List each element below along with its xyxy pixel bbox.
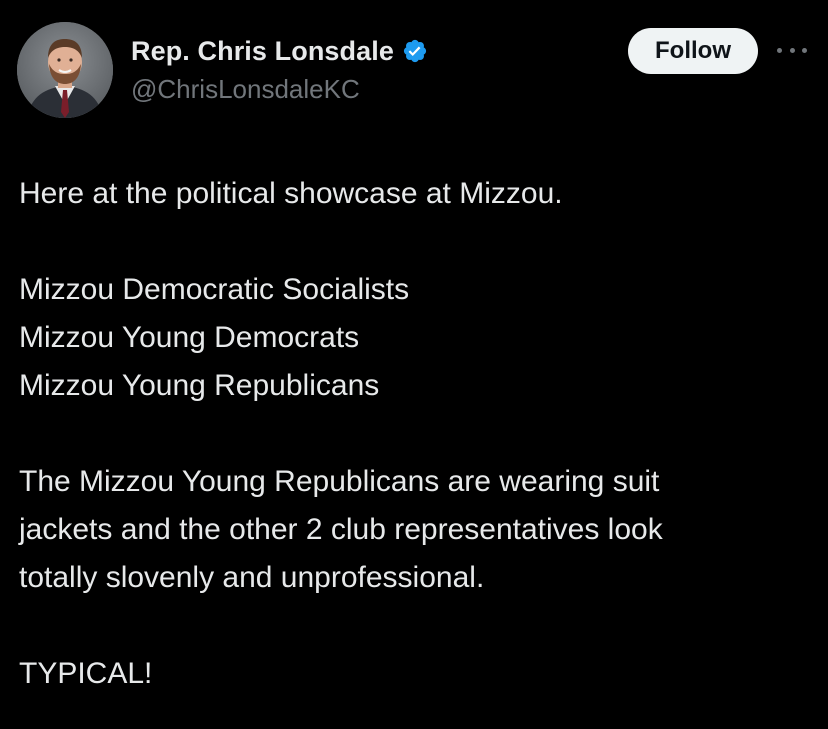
tweet-line: totally slovenly and unprofessional. — [19, 561, 485, 594]
author-handle[interactable]: @ChrisLonsdaleKC — [131, 74, 360, 105]
paragraph-break — [19, 602, 819, 650]
tweet-card: Rep. Chris Lonsdale @ChrisLonsdaleKC Fol… — [0, 0, 828, 729]
display-name[interactable]: Rep. Chris Lonsdale — [131, 36, 394, 67]
paragraph-break — [19, 218, 819, 266]
profile-photo-icon — [17, 22, 113, 118]
tweet-line: TYPICAL! — [19, 657, 153, 690]
tweet-line: Mizzou Young Democrats — [19, 321, 360, 354]
dot — [789, 47, 795, 53]
more-options-icon[interactable] — [777, 40, 807, 60]
tweet-line: Here at the political showcase at Mizzou… — [19, 177, 563, 210]
tweet-line: Mizzou Democratic Socialists — [19, 273, 410, 306]
verified-badge-icon — [403, 39, 427, 63]
dot — [777, 47, 782, 53]
author-name-row: Rep. Chris Lonsdale — [131, 34, 428, 68]
paragraph-break — [19, 410, 819, 458]
dot — [802, 47, 807, 53]
tweet-line: The Mizzou Young Republicans are wearing… — [19, 465, 660, 498]
tweet-text: Here at the political showcase at Mizzou… — [19, 170, 819, 698]
tweet-line: jackets and the other 2 club representat… — [19, 513, 663, 546]
follow-button[interactable]: Follow — [628, 28, 758, 74]
tweet-line: Mizzou Young Republicans — [19, 369, 380, 402]
avatar[interactable] — [17, 22, 113, 118]
